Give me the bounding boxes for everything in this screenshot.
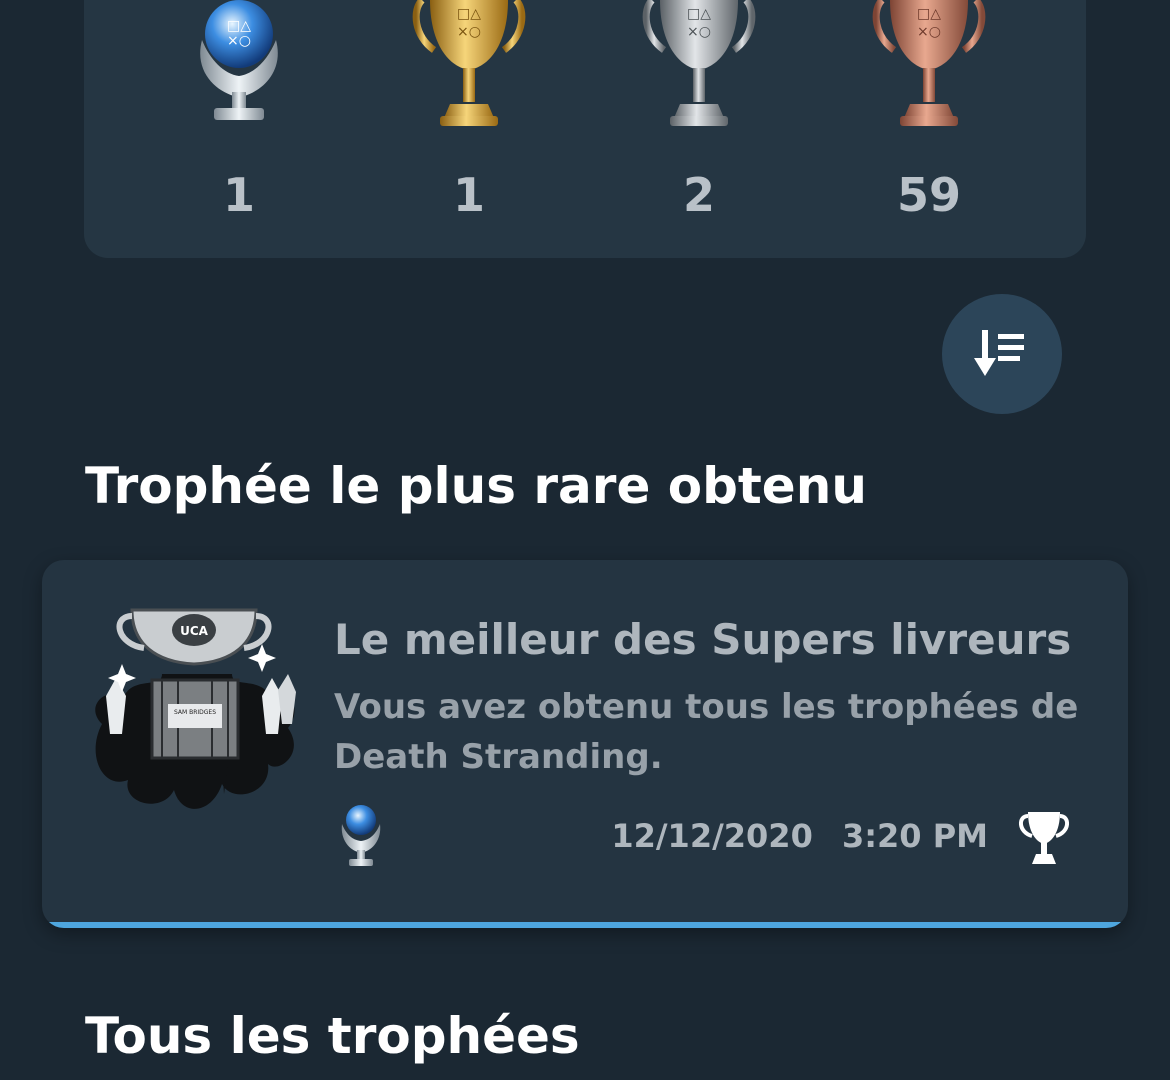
card-accent-bar xyxy=(42,922,1128,928)
svg-text:□△: □△ xyxy=(917,6,941,22)
svg-text:SAM BRIDGES: SAM BRIDGES xyxy=(174,709,216,716)
svg-text:□△: □△ xyxy=(687,6,711,22)
rarest-trophy-card[interactable]: UCA SAM BRIDGES Le meilleur des Supers l… xyxy=(42,560,1128,928)
svg-text:UCA: UCA xyxy=(180,624,209,638)
svg-text:×○: ×○ xyxy=(917,24,941,40)
earned-time: 3:20 PM xyxy=(841,817,988,855)
svg-text:□△: □△ xyxy=(457,6,481,22)
svg-text:□△: □△ xyxy=(227,18,251,34)
rarest-trophy-description: Vous avez obtenu tous les trophées de De… xyxy=(334,687,1079,777)
bronze-trophy-icon: □△ ×○ xyxy=(872,0,986,126)
sort-button[interactable] xyxy=(942,294,1062,414)
gold-trophy-icon: □△ ×○ xyxy=(412,0,526,126)
platinum-count: 1 xyxy=(222,168,255,222)
sort-descending-icon xyxy=(974,330,1024,376)
all-trophies-heading: Tous les trophées xyxy=(85,1007,580,1065)
trophy-summary-bronze: □△ ×○ 59 xyxy=(849,0,1009,222)
gold-count: 1 xyxy=(452,168,485,222)
trophy-summary-gold: □△ ×○ 1 xyxy=(389,0,549,222)
svg-text:×○: ×○ xyxy=(227,33,251,49)
platinum-trophy-icon: □△ ×○ xyxy=(200,0,278,120)
silver-trophy-icon: □△ ×○ xyxy=(642,0,756,126)
silver-count: 2 xyxy=(682,168,715,222)
uca-trophy-art: UCA SAM BRIDGES xyxy=(95,608,296,809)
rarest-trophy-earned-datetime: 12/12/2020 3:20 PM xyxy=(611,814,988,858)
rarest-trophy-heading: Trophée le plus rare obtenu xyxy=(85,457,867,515)
rarest-trophy-name: Le meilleur des Supers livreurs xyxy=(334,615,1072,664)
svg-text:×○: ×○ xyxy=(687,24,711,40)
trophy-earned-icon xyxy=(1019,812,1069,864)
svg-text:×○: ×○ xyxy=(457,24,481,40)
trophy-summary-silver: □△ ×○ 2 xyxy=(619,0,779,222)
trophy-summary-card: □△ ×○ 1 □△ ×○ 1 □△ ×○ 2 □△ ×○ 59 xyxy=(84,0,1086,258)
earned-date: 12/12/2020 xyxy=(611,817,813,855)
platinum-trophy-icon xyxy=(341,805,381,866)
bronze-count: 59 xyxy=(896,168,961,222)
trophy-summary-platinum: □△ ×○ 1 xyxy=(159,0,319,222)
